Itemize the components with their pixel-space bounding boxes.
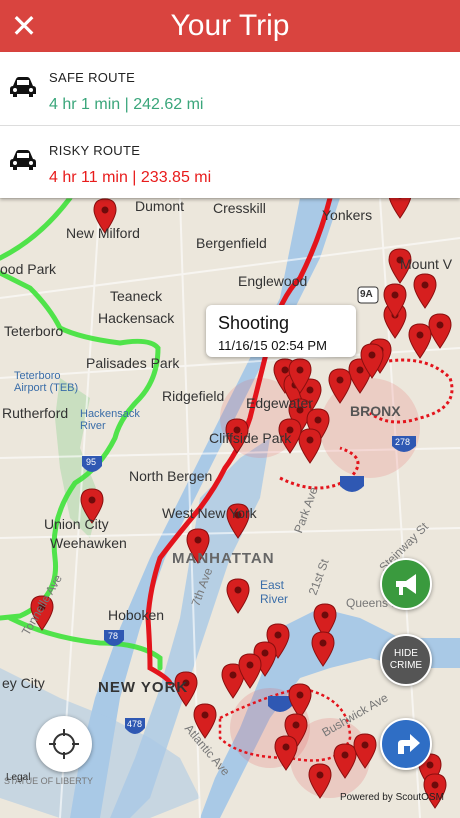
- map-label: BRONX: [350, 403, 401, 419]
- map-label: Hackensack: [98, 310, 175, 326]
- highway-label: 278: [395, 437, 411, 447]
- hide-crime-button[interactable]: HIDE CRIME: [380, 634, 432, 686]
- locate-me-button[interactable]: [36, 716, 92, 772]
- incident-type: Shooting: [218, 313, 290, 333]
- highway-label: 95: [86, 457, 97, 467]
- legal-link[interactable]: Legal: [6, 772, 30, 783]
- map-label: West New York: [162, 505, 257, 521]
- risky-route-option[interactable]: RISKY ROUTE 4 hr 11 min | 233.85 mi: [0, 125, 460, 198]
- map-label: Ridgefield: [162, 388, 225, 404]
- map-label: Teaneck: [110, 288, 163, 304]
- route-label: RISKY ROUTE: [49, 143, 141, 158]
- map-label: Teterboro Airport (TEB): [14, 370, 79, 394]
- incident-datetime: 11/16/15 02:54 PM: [218, 338, 327, 353]
- map-label: Hackensack River: [80, 408, 140, 432]
- map-label: Weehawken: [50, 535, 127, 551]
- map-label: NEW YORK: [98, 679, 189, 696]
- incident-callout[interactable]: Shooting 11/16/15 02:54 PM: [206, 305, 356, 357]
- map-label: North Bergen: [129, 468, 213, 484]
- map-label: ood Park: [0, 261, 57, 277]
- map-label: Englewood: [238, 273, 308, 289]
- map-label: Union City: [44, 516, 109, 532]
- map-label: Mount V: [400, 256, 453, 272]
- highway-label: 478: [127, 719, 143, 729]
- map-label: Edgewater: [246, 395, 313, 411]
- map-label: Hoboken: [108, 607, 165, 623]
- map-label: Cliffside Park: [209, 430, 292, 446]
- map-label: East River: [260, 578, 289, 606]
- map-label: Cresskill: [213, 200, 266, 216]
- highway-label: 9A: [360, 289, 373, 300]
- map-label: MANHATTAN: [172, 550, 275, 567]
- navigate-button[interactable]: [380, 718, 432, 770]
- hide-crime-label: CRIME: [389, 660, 423, 671]
- map-label: Rutherford: [2, 405, 69, 421]
- route-label: SAFE ROUTE: [49, 70, 136, 85]
- crosshair-icon: [49, 729, 79, 759]
- route-detail: 4 hr 11 min | 233.85 mi: [49, 169, 212, 186]
- highway-label: 78: [108, 631, 119, 641]
- hide-crime-label: HIDE: [394, 648, 418, 659]
- turn-right-icon: [398, 734, 420, 754]
- car-icon: [10, 77, 36, 97]
- safe-route-option[interactable]: SAFE ROUTE 4 hr 1 min | 242.62 mi: [0, 52, 460, 126]
- map-label: Yonkers: [322, 207, 373, 223]
- report-alert-button[interactable]: [380, 558, 432, 610]
- app-header: ✕ Your Trip: [0, 0, 460, 52]
- map-label: Teterboro: [4, 323, 64, 339]
- powered-by-text: Powered by ScoutOSM: [340, 792, 444, 803]
- map-label: New Milford: [66, 225, 140, 241]
- map-label: ey City: [2, 675, 45, 691]
- map-label: Dumont: [135, 198, 185, 214]
- route-detail: 4 hr 1 min | 242.62 mi: [49, 96, 204, 113]
- map-label: Palisades Park: [86, 355, 180, 371]
- route-list: SAFE ROUTE 4 hr 1 min | 242.62 mi RISKY …: [0, 52, 460, 198]
- map-label: Bergenfield: [196, 235, 267, 251]
- car-icon: [10, 150, 36, 170]
- page-title: Your Trip: [170, 9, 290, 42]
- megaphone-icon: [396, 574, 416, 595]
